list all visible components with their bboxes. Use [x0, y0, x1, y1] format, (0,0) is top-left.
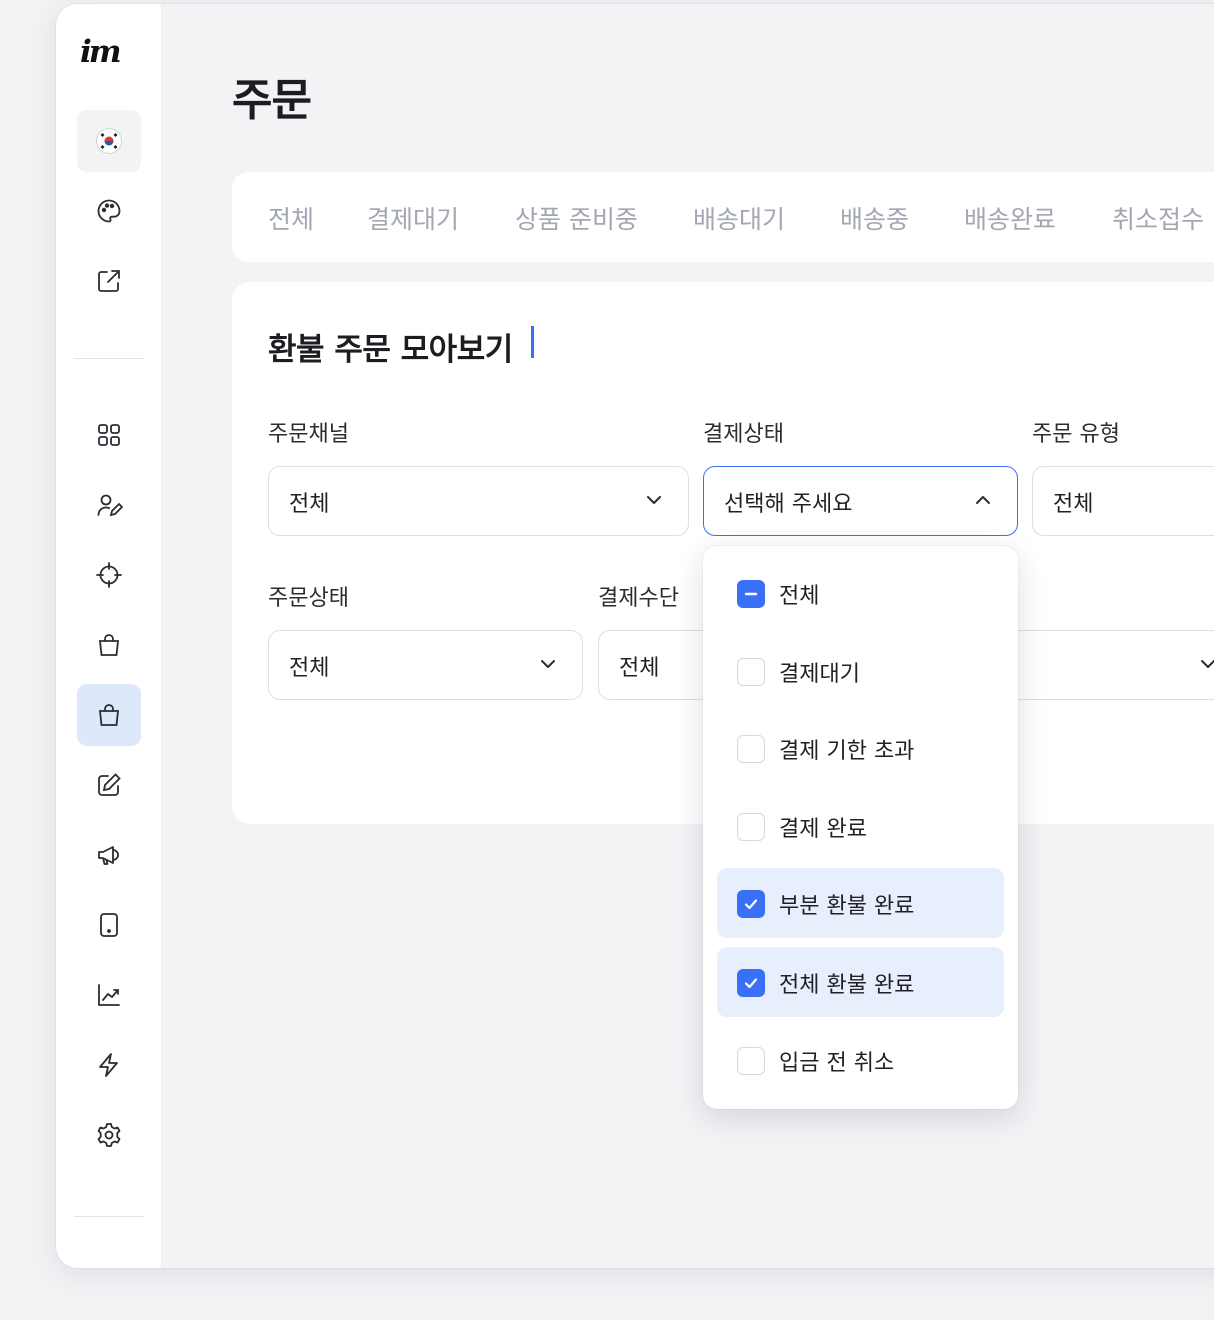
order-type-select[interactable]: 전체 — [1032, 466, 1214, 536]
shopping-bag-icon — [98, 634, 120, 656]
payment-method-label: 결제수단 — [598, 586, 679, 611]
option-label: 입금 전 취소 — [779, 1051, 895, 1076]
dropdown-option-payment-complete[interactable]: 결제 완료 — [717, 791, 1004, 861]
option-label: 전체 — [779, 584, 820, 609]
dropdown-option-payment-expired[interactable]: 결제 기한 초과 — [717, 713, 1004, 783]
sidebar-item-posts[interactable] — [77, 754, 141, 816]
user-edit-icon — [97, 494, 123, 517]
checkbox-checked[interactable] — [737, 890, 765, 918]
order-channel-value: 전체 — [289, 492, 330, 517]
sidebar-item-automation[interactable] — [77, 1034, 141, 1096]
chevron-up-icon — [976, 496, 990, 504]
tab-delivered[interactable]: 배송완료 — [964, 200, 1056, 236]
payment-status-select[interactable]: 선택해 주세요 — [703, 466, 1018, 536]
orders-bag-icon — [98, 704, 120, 726]
checkbox-unchecked[interactable] — [737, 1047, 765, 1075]
dashboard-grid-icon — [98, 424, 120, 446]
option-label: 부분 환불 완료 — [779, 894, 915, 919]
tab-preparing[interactable]: 상품 준비중 — [515, 200, 638, 236]
sidebar-item-shop[interactable] — [77, 614, 141, 676]
checkbox-unchecked[interactable] — [737, 658, 765, 686]
sidebar-item-orders[interactable] — [77, 684, 141, 746]
page-title: 주문 — [232, 75, 312, 126]
order-type-label: 주문 유형 — [1032, 422, 1120, 447]
text-caret — [531, 326, 534, 358]
palette-icon — [97, 199, 121, 223]
tab-cancel-requested[interactable]: 취소접수 — [1112, 200, 1204, 236]
payment-status-dropdown: 전체 결제대기 결제 기한 초과 결제 완료 부분 환불 완료 전체 환불 완료… — [703, 546, 1018, 1109]
edit-icon — [98, 773, 121, 796]
tab-awaiting-payment[interactable]: 결제대기 — [367, 200, 459, 236]
brand-logo[interactable]: im — [80, 34, 138, 70]
option-label: 전체 환불 완료 — [779, 973, 915, 998]
theme-button[interactable] — [77, 180, 141, 242]
check-icon — [744, 899, 758, 910]
crosshair-icon — [96, 562, 122, 588]
settings-icon — [97, 1123, 121, 1147]
chevron-down-icon — [1201, 660, 1214, 668]
tab-all[interactable]: 전체 — [268, 200, 314, 236]
sidebar-item-target[interactable] — [77, 544, 141, 606]
order-channel-select[interactable]: 전체 — [268, 466, 689, 536]
tab-shipping[interactable]: 배송중 — [840, 200, 909, 236]
dropdown-option-full-refund[interactable]: 전체 환불 완료 — [717, 947, 1004, 1017]
order-status-label: 주문상태 — [268, 586, 349, 611]
order-status-tabs: 전체 결제대기 상품 준비중 배송대기 배송중 배송완료 취소접수 — [232, 172, 1214, 262]
sidebar-item-statistics[interactable] — [77, 964, 141, 1026]
dropdown-option-awaiting-payment[interactable]: 결제대기 — [717, 636, 1004, 706]
mobile-icon — [100, 913, 118, 937]
order-channel-label: 주문채널 — [268, 422, 349, 447]
chevron-down-icon — [541, 660, 555, 668]
chevron-down-icon — [647, 496, 661, 504]
order-type-value: 전체 — [1053, 492, 1094, 517]
order-status-select[interactable]: 전체 — [268, 630, 583, 700]
order-status-value: 전체 — [289, 656, 330, 681]
tab-awaiting-shipment[interactable]: 배송대기 — [693, 200, 785, 236]
payment-method-value: 전체 — [619, 656, 660, 681]
option-label: 결제대기 — [779, 662, 860, 687]
megaphone-icon — [98, 846, 119, 865]
payment-status-label: 결제상태 — [703, 422, 784, 447]
sidebar-item-settings[interactable] — [77, 1104, 141, 1166]
sidebar: im — [56, 4, 162, 1268]
check-icon — [744, 978, 758, 989]
language-flag-button[interactable] — [77, 110, 141, 172]
external-link-icon — [98, 270, 120, 292]
option-label: 결제 완료 — [779, 817, 867, 842]
lightning-icon — [99, 1053, 118, 1077]
checkbox-unchecked[interactable] — [737, 735, 765, 763]
sidebar-item-dashboard[interactable] — [77, 404, 141, 466]
korea-flag-icon — [96, 128, 122, 154]
payment-status-placeholder: 선택해 주세요 — [724, 492, 853, 517]
minus-icon — [744, 592, 758, 596]
dropdown-option-cancel-before-deposit[interactable]: 입금 전 취소 — [717, 1025, 1004, 1095]
dropdown-option-partial-refund[interactable]: 부분 환불 완료 — [717, 868, 1004, 938]
sidebar-item-mobile[interactable] — [77, 894, 141, 956]
sidebar-divider — [74, 358, 144, 359]
dropdown-option-all[interactable]: 전체 — [717, 558, 1004, 628]
checkbox-unchecked[interactable] — [737, 813, 765, 841]
sidebar-divider-bottom — [74, 1216, 144, 1217]
analytics-icon — [98, 984, 120, 1006]
option-label: 결제 기한 초과 — [779, 739, 915, 764]
filter-card-title: 환불 주문 모아보기 — [268, 332, 513, 368]
sidebar-item-marketing[interactable] — [77, 824, 141, 886]
app-window: im 주문 전체 결제대기 상품 준비중 배송대기 배송중 배송완료 취소접수 … — [56, 4, 1214, 1268]
checkbox-indeterminate[interactable] — [737, 580, 765, 608]
main-content: 주문 전체 결제대기 상품 준비중 배송대기 배송중 배송완료 취소접수 환불 … — [162, 4, 1214, 1268]
sidebar-item-members[interactable] — [77, 474, 141, 536]
open-site-button[interactable] — [77, 250, 141, 312]
checkbox-checked[interactable] — [737, 969, 765, 997]
